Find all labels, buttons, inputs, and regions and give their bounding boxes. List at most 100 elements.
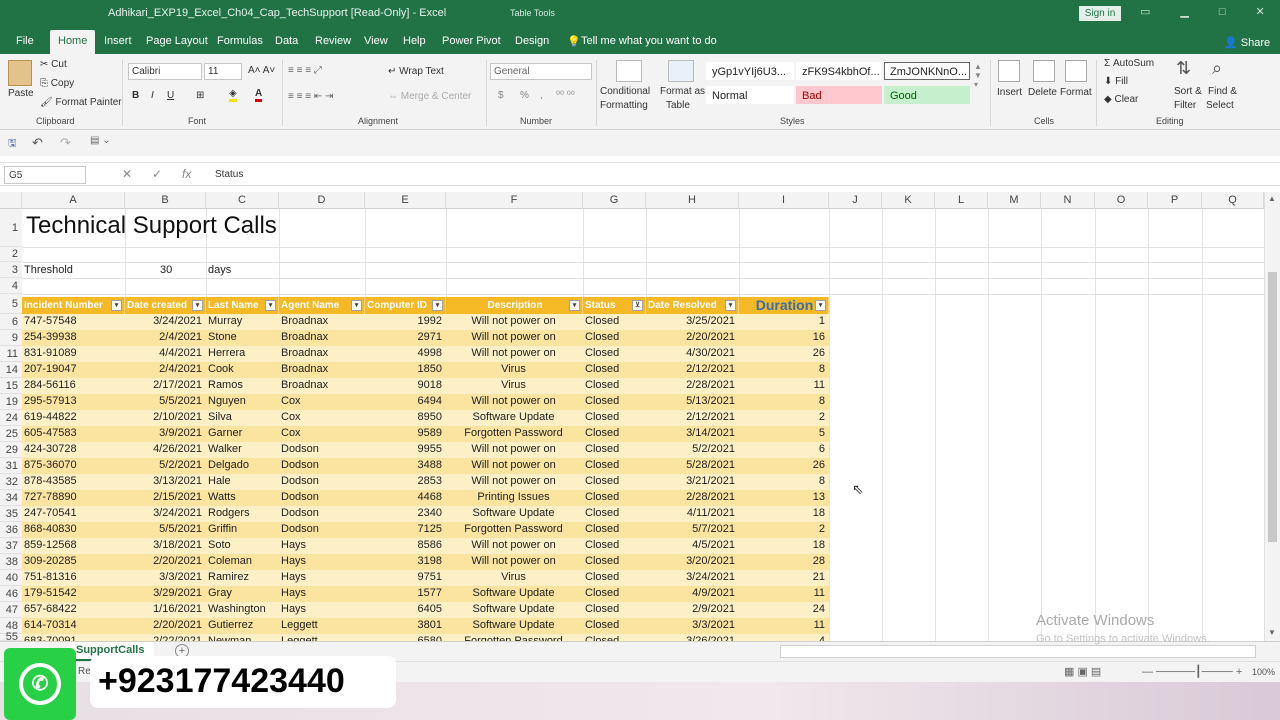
column-header-n[interactable]: N	[1041, 192, 1095, 209]
vertical-scrollbar[interactable]: ▲ ▼	[1264, 192, 1280, 641]
table-cell[interactable]: Software Update	[448, 587, 579, 599]
table-cell[interactable]: Silva	[208, 411, 275, 423]
table-cell[interactable]: 207-19047	[24, 363, 121, 375]
table-cell[interactable]: Broadnax	[281, 379, 361, 391]
table-cell[interactable]: Printing Issues	[448, 491, 579, 503]
table-cell[interactable]: 9018	[367, 379, 442, 391]
table-cell[interactable]: 2/10/2021	[127, 411, 202, 423]
table-cell[interactable]: 3/14/2021	[648, 427, 735, 439]
scroll-up-icon[interactable]: ▲	[1268, 194, 1276, 203]
table-cell[interactable]: 878-43585	[24, 475, 121, 487]
tab-home[interactable]: Home	[50, 30, 96, 54]
table-cell[interactable]: 2/9/2021	[648, 603, 735, 615]
decimal-icon[interactable]: ⁰⁰ ⁰⁰	[556, 90, 575, 101]
table-cell[interactable]: Closed	[585, 347, 642, 359]
column-header-l[interactable]: L	[935, 192, 988, 209]
underline-button[interactable]: U	[167, 90, 174, 101]
column-header-c[interactable]: C	[206, 192, 279, 209]
table-cell[interactable]: 4998	[367, 347, 442, 359]
table-cell[interactable]: 5/2/2021	[127, 459, 202, 471]
table-cell[interactable]: Hays	[281, 603, 361, 615]
table-cell[interactable]: 2/4/2021	[127, 331, 202, 343]
comma-button[interactable]: ,	[540, 90, 543, 101]
table-cell[interactable]: 4/30/2021	[648, 347, 735, 359]
table-cell[interactable]: 859-12568	[24, 539, 121, 551]
table-cell[interactable]: 2	[741, 523, 825, 535]
table-cell[interactable]: 28	[741, 555, 825, 567]
table-cell[interactable]: 5/28/2021	[648, 459, 735, 471]
table-cell[interactable]: 6405	[367, 603, 442, 615]
table-cell[interactable]: 2/28/2021	[648, 379, 735, 391]
scroll-thumb[interactable]	[1268, 272, 1277, 542]
table-cell[interactable]: 3/29/2021	[127, 587, 202, 599]
style-normal[interactable]: Normal	[706, 86, 794, 104]
table-cell[interactable]: 2/4/2021	[127, 363, 202, 375]
table-cell[interactable]: 1992	[367, 315, 442, 327]
table-cell[interactable]: 8	[741, 363, 825, 375]
table-cell[interactable]: 18	[741, 539, 825, 551]
row-header[interactable]: 15	[0, 378, 22, 394]
style-good[interactable]: Good	[884, 86, 970, 104]
table-cell[interactable]: 3198	[367, 555, 442, 567]
table-cell[interactable]: Software Update	[448, 411, 579, 423]
table-cell[interactable]: Broadnax	[281, 363, 361, 375]
currency-button[interactable]: $	[498, 90, 504, 101]
table-cell[interactable]: 1850	[367, 363, 442, 375]
row-header[interactable]: 55	[0, 632, 22, 643]
table-cell[interactable]: Closed	[585, 587, 642, 599]
number-format-select[interactable]: General	[490, 63, 592, 80]
table-cell[interactable]: 309-20285	[24, 555, 121, 567]
sheet-title[interactable]: Technical Support Calls	[26, 212, 277, 240]
table-cell[interactable]: 3/21/2021	[648, 475, 735, 487]
format-cells-icon[interactable]	[1065, 60, 1087, 82]
tab-help[interactable]: Help	[403, 35, 426, 47]
table-cell[interactable]: Will not power on	[448, 315, 579, 327]
format-as-table-button[interactable]: Format as	[660, 86, 705, 97]
table-cell[interactable]: 1	[741, 315, 825, 327]
table-cell[interactable]: 8586	[367, 539, 442, 551]
table-cell[interactable]: Closed	[585, 459, 642, 471]
table-cell[interactable]: 5/5/2021	[127, 395, 202, 407]
insert-function-button[interactable]: fx	[182, 167, 191, 181]
row-header[interactable]: 4	[0, 278, 22, 294]
table-cell[interactable]: 26	[741, 347, 825, 359]
table-cell[interactable]: Stone	[208, 331, 275, 343]
table-cell[interactable]: 5/7/2021	[648, 523, 735, 535]
column-header-m[interactable]: M	[988, 192, 1041, 209]
column-header-q[interactable]: Q	[1202, 192, 1264, 209]
table-cell[interactable]: Virus	[448, 363, 579, 375]
column-header-h[interactable]: H	[646, 192, 739, 209]
table-cell[interactable]: 179-51542	[24, 587, 121, 599]
table-cell[interactable]: Griffin	[208, 523, 275, 535]
window-controls[interactable]: ▭▁□✕	[1140, 5, 1280, 18]
worksheet-grid[interactable]: Technical Support Calls Threshold 30 day…	[22, 209, 1264, 641]
row-header[interactable]: 6	[0, 314, 22, 330]
table-cell[interactable]: Software Update	[448, 603, 579, 615]
table-cell[interactable]: 11	[741, 379, 825, 391]
cancel-icon[interactable]: ✕	[122, 167, 132, 181]
table-cell[interactable]: Watts	[208, 491, 275, 503]
table-cell[interactable]: Closed	[585, 443, 642, 455]
zoom-slider[interactable]: — ─────┃──── +	[1142, 665, 1242, 678]
table-cell[interactable]: 2971	[367, 331, 442, 343]
table-cell[interactable]: Cox	[281, 411, 361, 423]
table-cell[interactable]: 24	[741, 603, 825, 615]
format-as-table-icon[interactable]	[668, 60, 694, 82]
table-cell[interactable]: 2/15/2021	[127, 491, 202, 503]
share-button[interactable]: 👤 Share	[1224, 36, 1270, 49]
column-header-a[interactable]: A	[22, 192, 125, 209]
column-header-o[interactable]: O	[1095, 192, 1148, 209]
table-cell[interactable]: Closed	[585, 411, 642, 423]
table-cell[interactable]: Software Update	[448, 619, 579, 631]
table-cell[interactable]: Software Update	[448, 507, 579, 519]
table-cell[interactable]: 254-39938	[24, 331, 121, 343]
table-cell[interactable]: 619-44822	[24, 411, 121, 423]
sort-filter-button[interactable]: Sort &	[1174, 86, 1202, 97]
table-cell[interactable]: 4/11/2021	[648, 507, 735, 519]
font-name-select[interactable]: Calibri	[128, 63, 202, 80]
view-normal-icon[interactable]: ▦ ▣ ▤	[1064, 665, 1101, 678]
table-cell[interactable]: 3488	[367, 459, 442, 471]
italic-button[interactable]: I	[151, 90, 154, 101]
table-cell[interactable]: Virus	[448, 379, 579, 391]
align-top-icon[interactable]: ≡ ≡ ≡ ⤢	[288, 65, 322, 76]
